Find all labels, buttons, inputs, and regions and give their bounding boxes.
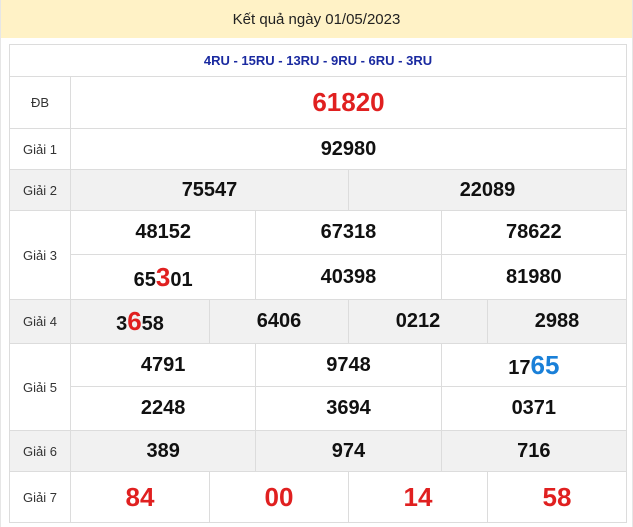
prize-5-number: 1765: [508, 349, 560, 380]
prize-4-number: 6406: [256, 310, 302, 332]
special-prize: 61820: [70, 76, 627, 129]
prize-3-number: 40398: [320, 265, 377, 288]
results-header: Kết quả ngày 01/05/2023: [1, 0, 632, 38]
results-panel: Kết quả ngày 01/05/2023 4RU - 15RU - 13R…: [0, 0, 633, 527]
highlight-digit: 65: [530, 349, 560, 380]
prize-6-number: 974: [331, 439, 366, 462]
prize-1: 92980: [70, 128, 627, 170]
prize-5-number: 4791: [140, 353, 186, 376]
prize-4-number: 2988: [534, 310, 580, 332]
prize-2-number: 22089: [459, 178, 516, 201]
highlight-digit: 3: [155, 261, 171, 292]
label-prize-6: Giải 6: [9, 430, 71, 472]
prize-3-number: 81980: [506, 265, 562, 288]
prize-7-number: 00: [264, 481, 294, 512]
prize-5-number: 9748: [326, 353, 371, 376]
label-prize-5: Giải 5: [9, 343, 71, 431]
prize-2-number: 75547: [181, 178, 238, 201]
prize-6: 389 974 716: [70, 430, 627, 472]
prize-5-number: 3694: [326, 397, 371, 419]
prize-5: 4791 9748 1765 2248 3694 0371: [70, 343, 627, 431]
label-prize-1: Giải 1: [9, 128, 71, 170]
prize-2: 75547 22089: [70, 169, 627, 211]
prize-7: 84 00 14 58: [70, 471, 627, 523]
prize-4-number: 3658: [116, 306, 164, 336]
prize-3-number: 48152: [135, 221, 191, 243]
prize-3-number: 78622: [506, 221, 562, 243]
prize-1-number: 92980: [320, 137, 377, 160]
label-prize-2: Giải 2: [9, 169, 71, 211]
region-codes: 4RU - 15RU - 13RU - 9RU - 6RU - 3RU: [9, 44, 627, 77]
prize-7-number: 84: [125, 481, 155, 512]
label-prize-7: Giải 7: [9, 471, 71, 523]
label-prize-3: Giải 3: [9, 210, 71, 300]
prize-6-number: 389: [146, 439, 180, 462]
prize-4: 3658 6406 0212 2988: [70, 299, 627, 344]
label-prize-4: Giải 4: [9, 299, 71, 344]
prize-5-number: 2248: [140, 397, 186, 419]
results-title: Kết quả ngày 01/05/2023: [232, 10, 401, 28]
highlight-digit: 6: [127, 306, 142, 336]
results-table: 4RU - 15RU - 13RU - 9RU - 6RU - 3RU ĐB 6…: [9, 44, 627, 523]
prize-7-number: 58: [542, 481, 572, 512]
prize-3: 48152 67318 78622 65301 40398 81980: [70, 210, 627, 300]
prize-3-number: 65301: [133, 261, 193, 292]
prize-7-number: 14: [403, 481, 433, 512]
label-special: ĐB: [9, 76, 71, 129]
prize-3-number: 67318: [320, 221, 377, 243]
prize-6-number: 716: [517, 439, 551, 462]
prize-4-number: 0212: [395, 310, 441, 332]
prize-5-number: 0371: [511, 397, 557, 419]
special-prize-number: 61820: [312, 87, 385, 117]
